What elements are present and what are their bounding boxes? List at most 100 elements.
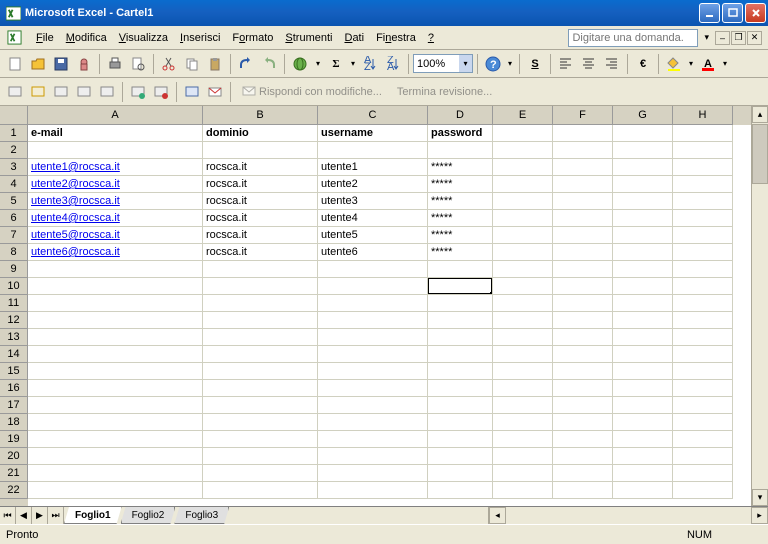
help-button[interactable]: ?	[482, 53, 504, 75]
cell-F19[interactable]	[553, 431, 613, 448]
cell-F16[interactable]	[553, 380, 613, 397]
tab-last-button[interactable]: ⏭	[48, 507, 64, 524]
rev-btn-6[interactable]	[127, 81, 149, 103]
cell-E14[interactable]	[493, 346, 553, 363]
cell-D9[interactable]	[428, 261, 493, 278]
row-header-4[interactable]: 4	[0, 176, 28, 193]
excel-file-icon[interactable]	[6, 30, 22, 46]
cell-A20[interactable]	[28, 448, 203, 465]
scroll-down-icon[interactable]: ▾	[752, 489, 768, 506]
preview-button[interactable]	[127, 53, 149, 75]
new-button[interactable]	[4, 53, 26, 75]
row-header-6[interactable]: 6	[0, 210, 28, 227]
zoom-dropdown-icon[interactable]: ▾	[459, 55, 472, 72]
cell-B14[interactable]	[203, 346, 318, 363]
rev-btn-8[interactable]	[181, 81, 203, 103]
cell-G13[interactable]	[613, 329, 673, 346]
autosum-button[interactable]: Σ	[325, 53, 347, 75]
cell-A18[interactable]	[28, 414, 203, 431]
cell-C12[interactable]	[318, 312, 428, 329]
cell-D22[interactable]	[428, 482, 493, 499]
row-header-7[interactable]: 7	[0, 227, 28, 244]
help-search-input[interactable]	[568, 29, 698, 47]
row-header-12[interactable]: 12	[0, 312, 28, 329]
cell-C5[interactable]: utente3	[318, 193, 428, 210]
fill-color-button[interactable]	[663, 53, 685, 75]
cell-H9[interactable]	[673, 261, 733, 278]
cell-B21[interactable]	[203, 465, 318, 482]
cell-B15[interactable]	[203, 363, 318, 380]
cell-E22[interactable]	[493, 482, 553, 499]
cell-D16[interactable]	[428, 380, 493, 397]
cell-G21[interactable]	[613, 465, 673, 482]
cell-A17[interactable]	[28, 397, 203, 414]
cell-H4[interactable]	[673, 176, 733, 193]
cell-B18[interactable]	[203, 414, 318, 431]
cell-B4[interactable]: rocsca.it	[203, 176, 318, 193]
col-header-D[interactable]: D	[428, 106, 493, 125]
cell-H16[interactable]	[673, 380, 733, 397]
cell-A10[interactable]	[28, 278, 203, 295]
cell-D4[interactable]: *****	[428, 176, 493, 193]
underline-button[interactable]: S	[524, 53, 546, 75]
cell-E15[interactable]	[493, 363, 553, 380]
cell-D1[interactable]: password	[428, 125, 493, 142]
cell-D11[interactable]	[428, 295, 493, 312]
cell-A6[interactable]: utente4@rocsca.it	[28, 210, 203, 227]
cell-D8[interactable]: *****	[428, 244, 493, 261]
col-header-G[interactable]: G	[613, 106, 673, 125]
font-color-button[interactable]: A	[697, 53, 719, 75]
close-button[interactable]	[745, 3, 766, 23]
cell-E7[interactable]	[493, 227, 553, 244]
save-button[interactable]	[50, 53, 72, 75]
horizontal-scrollbar[interactable]: ◂ ▸	[488, 507, 768, 524]
mdi-close-button[interactable]: ✕	[747, 31, 762, 45]
sheet-tab-foglio1[interactable]: Foglio1	[64, 507, 122, 524]
toolbar-dropdown[interactable]: ▾	[312, 53, 324, 75]
cell-F21[interactable]	[553, 465, 613, 482]
cell-G22[interactable]	[613, 482, 673, 499]
row-header-17[interactable]: 17	[0, 397, 28, 414]
cell-E2[interactable]	[493, 142, 553, 159]
cell-F6[interactable]	[553, 210, 613, 227]
cell-H7[interactable]	[673, 227, 733, 244]
cell-C6[interactable]: utente4	[318, 210, 428, 227]
cell-C11[interactable]	[318, 295, 428, 312]
cell-G5[interactable]	[613, 193, 673, 210]
cell-E3[interactable]	[493, 159, 553, 176]
cell-C20[interactable]	[318, 448, 428, 465]
cell-H15[interactable]	[673, 363, 733, 380]
redo-button[interactable]	[258, 53, 280, 75]
cell-D18[interactable]	[428, 414, 493, 431]
cell-A12[interactable]	[28, 312, 203, 329]
menu-tools[interactable]: Strumenti	[279, 29, 338, 47]
cell-A19[interactable]	[28, 431, 203, 448]
cell-E21[interactable]	[493, 465, 553, 482]
cell-A11[interactable]	[28, 295, 203, 312]
col-header-E[interactable]: E	[493, 106, 553, 125]
menu-view[interactable]: Visualizza	[113, 29, 174, 47]
cell-F20[interactable]	[553, 448, 613, 465]
cell-H6[interactable]	[673, 210, 733, 227]
menu-window[interactable]: Finestra	[370, 29, 422, 47]
scroll-right-icon[interactable]: ▸	[751, 507, 768, 524]
cell-G14[interactable]	[613, 346, 673, 363]
cell-E19[interactable]	[493, 431, 553, 448]
cell-E10[interactable]	[493, 278, 553, 295]
row-header-10[interactable]: 10	[0, 278, 28, 295]
col-header-H[interactable]: H	[673, 106, 733, 125]
cell-B13[interactable]	[203, 329, 318, 346]
cell-F15[interactable]	[553, 363, 613, 380]
cell-D15[interactable]	[428, 363, 493, 380]
align-right-button[interactable]	[601, 53, 623, 75]
cell-C1[interactable]: username	[318, 125, 428, 142]
cell-G11[interactable]	[613, 295, 673, 312]
cell-B3[interactable]: rocsca.it	[203, 159, 318, 176]
cell-D13[interactable]	[428, 329, 493, 346]
cell-E13[interactable]	[493, 329, 553, 346]
cell-C13[interactable]	[318, 329, 428, 346]
cell-D14[interactable]	[428, 346, 493, 363]
cell-B2[interactable]	[203, 142, 318, 159]
align-left-button[interactable]	[555, 53, 577, 75]
row-header-21[interactable]: 21	[0, 465, 28, 482]
